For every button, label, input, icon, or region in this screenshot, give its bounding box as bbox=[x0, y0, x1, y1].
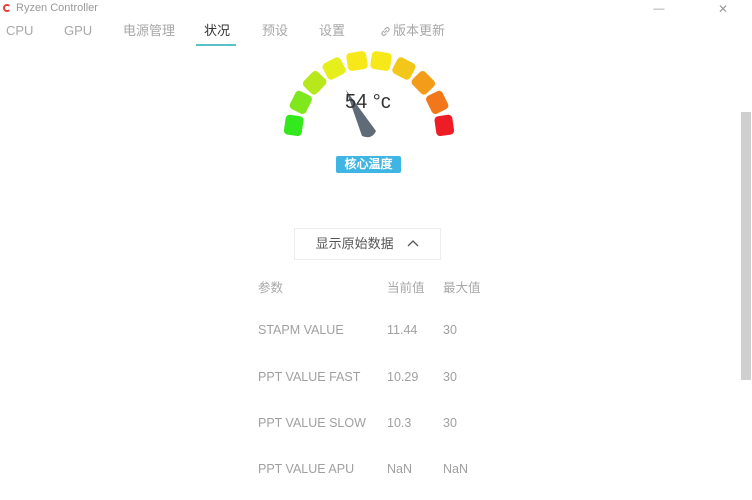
row-2-max: 30 bbox=[443, 416, 457, 430]
gauge-segment bbox=[346, 51, 368, 71]
title-bar: Ryzen Controller — ✕ bbox=[0, 0, 752, 18]
row-1-max: 30 bbox=[443, 370, 457, 384]
column-header-parameter: 参数 bbox=[258, 281, 284, 295]
row-1-name: PPT VALUE FAST bbox=[258, 370, 361, 384]
show-raw-data-button[interactable]: 显示原始数据 bbox=[294, 228, 441, 260]
show-raw-data-label: 显示原始数据 bbox=[315, 236, 394, 251]
gauge-label-badge: 核心温度 bbox=[336, 156, 401, 173]
gauge-segment bbox=[411, 71, 436, 95]
gauge-value: 54 °c bbox=[345, 91, 391, 113]
tab-gpu[interactable]: GPU bbox=[64, 20, 92, 44]
gauge-segment bbox=[289, 90, 312, 114]
row-0-current: 11.44 bbox=[387, 323, 418, 337]
column-header-current: 当前值 bbox=[387, 281, 425, 295]
row-3-name: PPT VALUE APU bbox=[258, 462, 355, 476]
tab-cpu[interactable]: CPU bbox=[6, 20, 33, 44]
close-button[interactable]: ✕ bbox=[708, 0, 738, 18]
gauge-segment bbox=[426, 90, 449, 114]
tab-power-management[interactable]: 电源管理 bbox=[123, 20, 175, 44]
active-tab-indicator bbox=[196, 44, 236, 46]
chevron-up-icon bbox=[407, 240, 419, 247]
tab-status[interactable]: 状况 bbox=[204, 20, 230, 44]
scrollbar-thumb[interactable] bbox=[741, 112, 751, 380]
row-1-current: 10.29 bbox=[387, 370, 419, 384]
gauge-segment bbox=[392, 57, 416, 80]
app-logo-icon bbox=[3, 4, 11, 12]
gauge-segment bbox=[302, 71, 327, 95]
gauge-segment bbox=[283, 114, 304, 137]
row-2-name: PPT VALUE SLOW bbox=[258, 416, 366, 430]
gauge-segment bbox=[322, 57, 346, 80]
row-0-max: 30 bbox=[443, 323, 457, 337]
minimize-button[interactable]: — bbox=[644, 0, 674, 18]
window-title: Ryzen Controller bbox=[16, 2, 98, 14]
row-3-current: NaN bbox=[387, 462, 413, 476]
row-0-name: STAPM VALUE bbox=[258, 323, 344, 337]
gauge-segment bbox=[370, 51, 392, 71]
row-2-current: 10.3 bbox=[387, 416, 412, 430]
link-icon bbox=[381, 27, 390, 36]
tab-version-update-label: 版本更新 bbox=[393, 23, 446, 38]
row-3-max: NaN bbox=[443, 462, 469, 476]
column-header-max: 最大值 bbox=[443, 281, 481, 295]
gauge-segment bbox=[434, 114, 455, 137]
